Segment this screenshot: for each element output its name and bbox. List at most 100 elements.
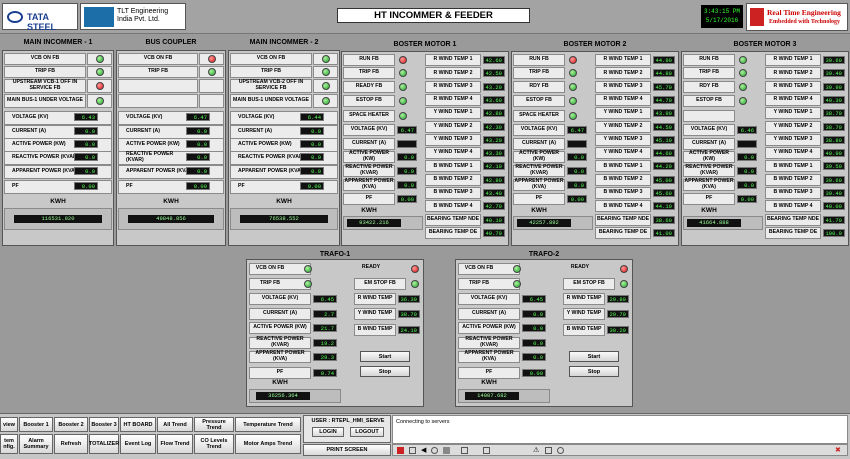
- booster2-button[interactable]: Booster 2: [54, 417, 88, 432]
- status-led-icon: [96, 97, 104, 105]
- apparent-label: APPARENT POWER (KVA): [255, 350, 305, 362]
- temp-label: B WIND TEMP 1: [603, 162, 643, 169]
- trip-led-icon: [513, 280, 521, 288]
- stop-button[interactable]: Stop: [360, 366, 410, 377]
- logout-button[interactable]: LOGOUT: [350, 427, 384, 437]
- kwh-label: KWH: [361, 206, 377, 214]
- flag-icon[interactable]: [397, 447, 404, 454]
- user-label: USER : RTEPL_HMI_SERVE: [311, 418, 385, 424]
- temp-value: 43.30: [483, 149, 505, 158]
- temp-label: R WIND TEMP 2: [433, 69, 473, 76]
- temp-value: 42.80: [483, 109, 505, 118]
- co-levels-trend-button[interactable]: CO Levels Trend: [194, 434, 234, 454]
- item-config-button[interactable]: tem nfig.: [0, 434, 18, 454]
- status-led-icon: [399, 112, 407, 120]
- temp-value: 45.10: [653, 135, 675, 144]
- temp-label: BEARING TEMP DE: [768, 229, 818, 236]
- warning-icon[interactable]: ⚠: [533, 446, 539, 454]
- ht-board-button[interactable]: HT BOARD: [120, 417, 156, 432]
- back-icon[interactable]: ◀: [421, 446, 426, 454]
- pf-value: 0.00: [300, 182, 324, 190]
- refresh-button[interactable]: Refresh: [54, 434, 88, 454]
- kwh-label: KWH: [701, 206, 717, 214]
- apparent-label: APPARENT POWER (KVA): [126, 168, 191, 175]
- status-led-icon: [322, 68, 330, 76]
- close-icon[interactable]: ✖: [835, 446, 841, 454]
- temp-label: BEARING TEMP DE: [598, 229, 648, 236]
- status-led-icon: [208, 68, 216, 76]
- status-led-icon: [322, 55, 330, 63]
- temp-label: BEARING TEMP DE: [428, 229, 478, 236]
- pf-label: PF: [12, 183, 19, 190]
- filter-icon[interactable]: [443, 447, 450, 454]
- booster1-button[interactable]: Booster 1: [19, 417, 53, 432]
- view-button[interactable]: view: [0, 417, 18, 432]
- tlt-logo: TLT Engineering India Pvt. Ltd.: [80, 3, 186, 30]
- apparent-label: APPARENT POWER (KVA): [684, 178, 734, 190]
- ywind-value: 29.70: [607, 310, 629, 318]
- kwh-value: 76538.552: [240, 215, 328, 223]
- status-led-cell: [199, 79, 224, 93]
- alarm-summary-button[interactable]: Alarm Summary: [19, 434, 53, 454]
- temp-value: 42.80: [483, 175, 505, 184]
- checkbox-icon[interactable]: [409, 447, 416, 454]
- temp-label: Y WIND TEMP 2: [433, 122, 473, 129]
- reactive-value: 19.2: [313, 339, 337, 347]
- voltage-value: 6.47: [567, 126, 587, 134]
- booster3-button[interactable]: Booster 3: [89, 417, 119, 432]
- status-label: RDY FB: [529, 83, 549, 90]
- event-log-button[interactable]: Event Log: [120, 434, 156, 454]
- kwh-value: 42257.892: [517, 219, 571, 227]
- temp-label: B WIND TEMP 3: [433, 189, 473, 196]
- active-value: 0.0: [186, 140, 210, 148]
- temp-value: 44.20: [653, 162, 675, 171]
- stop-button[interactable]: Stop: [569, 366, 619, 377]
- all-trend-button[interactable]: All Trend: [157, 417, 193, 432]
- rte-name: Real Time Engineering: [767, 8, 841, 17]
- voltage-label: VOLTAGE (KV): [690, 126, 728, 133]
- flow-trend-button[interactable]: Flow Trend: [157, 434, 193, 454]
- sort-icon[interactable]: [545, 447, 552, 454]
- reactive-label: REACTIVE POWER (KVAR): [345, 164, 393, 176]
- status-label: READY FB: [355, 83, 383, 90]
- panel-title: BOSTER MOTOR 3: [733, 41, 797, 48]
- select-icon[interactable]: [483, 447, 490, 454]
- current-label: CURRENT (A): [238, 128, 273, 135]
- temperature-trend-button[interactable]: Temperature Trend: [235, 417, 301, 432]
- print-screen-button[interactable]: PRINT SCREEN: [303, 444, 391, 456]
- totalizer-button[interactable]: TOTALIZER: [89, 434, 119, 454]
- kwh-value: 116531.920: [14, 215, 102, 223]
- temp-value: 38.70: [823, 109, 845, 118]
- status-label: [683, 110, 735, 122]
- pf-label: PF: [238, 183, 245, 190]
- panel-title: TRAFO-2: [528, 251, 560, 258]
- trip-label: TRIP FB: [259, 280, 281, 287]
- clock-icon[interactable]: [431, 447, 438, 454]
- start-button[interactable]: Start: [569, 351, 619, 362]
- pressure-trend-button[interactable]: Pressure Trend: [194, 417, 234, 432]
- temp-label: Y WIND TEMP 4: [773, 149, 813, 156]
- temp-value: 43.20: [483, 82, 505, 91]
- pf-value: 0.00: [522, 369, 546, 377]
- tlt-name: TLT Engineering: [117, 8, 169, 15]
- status-label: SPACE HEATER: [349, 112, 389, 119]
- kwh-label: KWH: [531, 206, 547, 214]
- reactive-label: REACTIVE POWER (KVAR): [126, 151, 174, 163]
- status-label: TRIP FB: [260, 68, 282, 75]
- info-icon[interactable]: [557, 447, 564, 454]
- clear-icon[interactable]: [461, 447, 468, 454]
- temp-label: BEARING TEMP NDE: [426, 215, 480, 222]
- apparent-value: 29.3: [313, 353, 337, 361]
- voltage-value: 6.45: [522, 295, 546, 303]
- status-led-icon: [739, 83, 747, 91]
- rwind-label: R WIND TEMP: [357, 295, 393, 302]
- pf-value: 0.00: [397, 195, 417, 203]
- reactive-value: 0.0: [300, 153, 324, 161]
- motor-amps-trend-button[interactable]: Motor Amps Trend: [235, 434, 301, 454]
- temp-value: 39.60: [823, 56, 845, 64]
- login-button[interactable]: LOGIN: [312, 427, 344, 437]
- start-button[interactable]: Start: [360, 351, 410, 362]
- voltage-label: VOLTAGE (KV): [126, 114, 163, 121]
- clock-time: 3:43:15 PM: [703, 8, 740, 15]
- reactive-label: REACTIVE POWER (KVAR): [12, 154, 79, 161]
